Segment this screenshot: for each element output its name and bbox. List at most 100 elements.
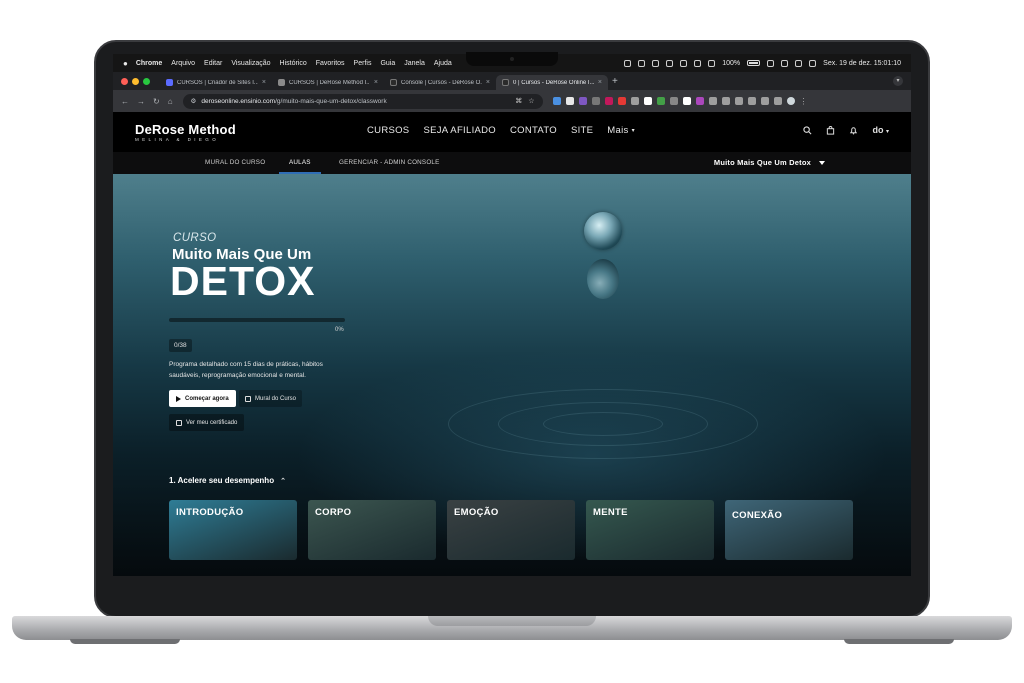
menu-arquivo[interactable]: Arquivo <box>171 60 195 67</box>
url-path: /g/muito-mais-que-um-detox/classwork <box>275 97 387 105</box>
extension-icon[interactable] <box>656 97 665 105</box>
chevron-down-icon[interactable] <box>819 161 825 165</box>
search-icon[interactable] <box>795 59 803 67</box>
download-icon[interactable] <box>734 97 743 105</box>
lesson-card-conexao[interactable]: CONEXÃO <box>725 500 853 560</box>
tab-mural-do-curso[interactable]: MURAL DO CURSO <box>205 152 265 174</box>
status-icon[interactable] <box>638 59 646 67</box>
browser-tab[interactable]: CURSOS | Criador de Sites I... × <box>160 75 272 90</box>
address-bar[interactable]: ⚙ deroseonline.ensinio.com/g/muito-mais-… <box>182 93 543 109</box>
menu-editar[interactable]: Editar <box>204 60 222 67</box>
lesson-card-title: CORPO <box>315 507 352 518</box>
user-icon[interactable] <box>781 59 789 67</box>
lesson-card-corpo[interactable]: CORPO <box>308 500 436 560</box>
maximize-window-icon[interactable] <box>143 77 150 85</box>
nav-site[interactable]: SITE <box>571 125 593 136</box>
extension-icon[interactable] <box>617 97 626 105</box>
certificate-icon <box>176 419 182 426</box>
close-window-icon[interactable] <box>121 77 128 85</box>
site-info-icon[interactable]: ⚙ <box>191 97 197 105</box>
wifi-icon[interactable] <box>767 59 775 67</box>
browser-tab[interactable]: Console | Cursos - DeRose O... × <box>384 75 496 90</box>
menu-favoritos[interactable]: Favoritos <box>316 60 345 67</box>
bag-icon[interactable] <box>826 125 835 135</box>
menu-janela[interactable]: Janela <box>404 60 425 67</box>
menu-perfis[interactable]: Perfis <box>354 60 372 67</box>
menu-ajuda[interactable]: Ajuda <box>434 60 452 67</box>
more-menu-icon[interactable]: ⋮ <box>800 97 808 106</box>
lesson-card-mente[interactable]: MENTE <box>586 500 714 560</box>
lesson-card-introducao[interactable]: INTRODUÇÃO <box>169 500 297 560</box>
status-icon[interactable] <box>680 59 688 67</box>
header-actions: do ▾ <box>803 125 889 135</box>
window-icon[interactable] <box>773 97 782 105</box>
menu-historico[interactable]: Histórico <box>280 60 307 67</box>
nav-seja-afiliado[interactable]: SEJA AFILIADO <box>423 125 496 136</box>
profile-avatar[interactable] <box>786 97 795 105</box>
extension-icon[interactable] <box>591 97 600 105</box>
control-center-icon[interactable] <box>809 59 817 67</box>
course-kicker: CURSO <box>173 232 217 244</box>
course-mural-button[interactable]: Mural do Curso <box>239 390 303 407</box>
nav-contato[interactable]: CONTATO <box>510 125 557 136</box>
reload-icon[interactable]: ↻ <box>153 97 160 106</box>
menu-guia[interactable]: Guia <box>380 60 395 67</box>
translate-icon[interactable]: ⌘ <box>515 97 522 105</box>
extensions-puzzle-icon[interactable] <box>708 97 717 105</box>
close-tab-icon[interactable]: × <box>598 79 602 86</box>
new-tab-icon[interactable]: + <box>612 76 618 87</box>
apple-icon[interactable]: ● <box>123 59 128 68</box>
extension-icon[interactable] <box>630 97 639 105</box>
close-tab-icon[interactable]: × <box>486 79 490 86</box>
forward-icon[interactable]: → <box>137 97 145 106</box>
water-ripple <box>543 412 663 436</box>
search-icon[interactable] <box>803 125 812 135</box>
extension-icon[interactable] <box>552 97 561 105</box>
module-header[interactable]: 1. Acelere seu desempenho ⌃ <box>169 476 286 485</box>
menu-visualizacao[interactable]: Visualização <box>231 60 270 67</box>
reading-list-icon[interactable] <box>721 97 730 105</box>
nav-cursos[interactable]: CURSOS <box>367 125 409 136</box>
status-icon[interactable] <box>624 59 632 67</box>
close-tab-icon[interactable]: × <box>262 79 266 86</box>
battery-icon[interactable] <box>747 60 761 66</box>
lesson-card-title: CONEXÃO <box>732 510 783 521</box>
extension-icon[interactable] <box>604 97 613 105</box>
site-logo[interactable]: DeRose Method MELINA & DIEGO <box>135 123 236 142</box>
cast-icon[interactable] <box>747 97 756 105</box>
status-icon[interactable] <box>666 59 674 67</box>
menu-app-name[interactable]: Chrome <box>136 60 162 67</box>
certificate-label: Ver meu certificado <box>186 419 238 426</box>
certificate-button[interactable]: Ver meu certificado <box>169 414 245 431</box>
tab-aulas[interactable]: AULAS <box>279 152 321 174</box>
start-course-button[interactable]: Começar agora <box>169 390 236 407</box>
extension-icon[interactable] <box>669 97 678 105</box>
chevron-down-icon: ▾ <box>885 129 889 135</box>
minimize-window-icon[interactable] <box>132 77 139 85</box>
extension-icon[interactable] <box>682 97 691 105</box>
back-icon[interactable]: ← <box>121 97 129 106</box>
home-icon[interactable]: ⌂ <box>168 97 173 106</box>
bookmark-star-icon[interactable]: ☆ <box>528 97 534 105</box>
browser-tab-active[interactable]: 0 | Cursos - DeRose Online I... × <box>496 75 608 90</box>
user-menu[interactable]: do ▾ <box>872 125 889 135</box>
volume-icon[interactable] <box>694 59 702 67</box>
logo-title: DeRose Method <box>135 121 236 137</box>
menubar-datetime[interactable]: Sex. 19 de dez. 15:01:10 <box>823 60 901 67</box>
extension-icon[interactable] <box>695 97 704 105</box>
close-tab-icon[interactable]: × <box>374 79 378 86</box>
course-selector[interactable]: Muito Mais Que Um Detox <box>714 152 811 174</box>
side-panel-icon[interactable] <box>760 97 769 105</box>
chevron-up-icon[interactable]: ⌃ <box>280 477 286 485</box>
extension-icon[interactable] <box>643 97 652 105</box>
bell-icon[interactable] <box>849 126 858 135</box>
browser-tab[interactable]: CURSOS | DeRose Method I... × <box>272 75 384 90</box>
tab-gerenciar-admin-console[interactable]: GERENCIAR - ADMIN CONSOLE <box>339 152 440 174</box>
extension-icon[interactable] <box>578 97 587 105</box>
lesson-card-emocao[interactable]: EMOÇÃO <box>447 500 575 560</box>
bluetooth-icon[interactable] <box>708 59 716 67</box>
extension-icon[interactable] <box>565 97 574 105</box>
nav-mais-dropdown[interactable]: Mais ▾ <box>607 125 635 136</box>
tab-search-icon[interactable]: ▾ <box>893 76 903 86</box>
status-icon[interactable] <box>652 59 660 67</box>
